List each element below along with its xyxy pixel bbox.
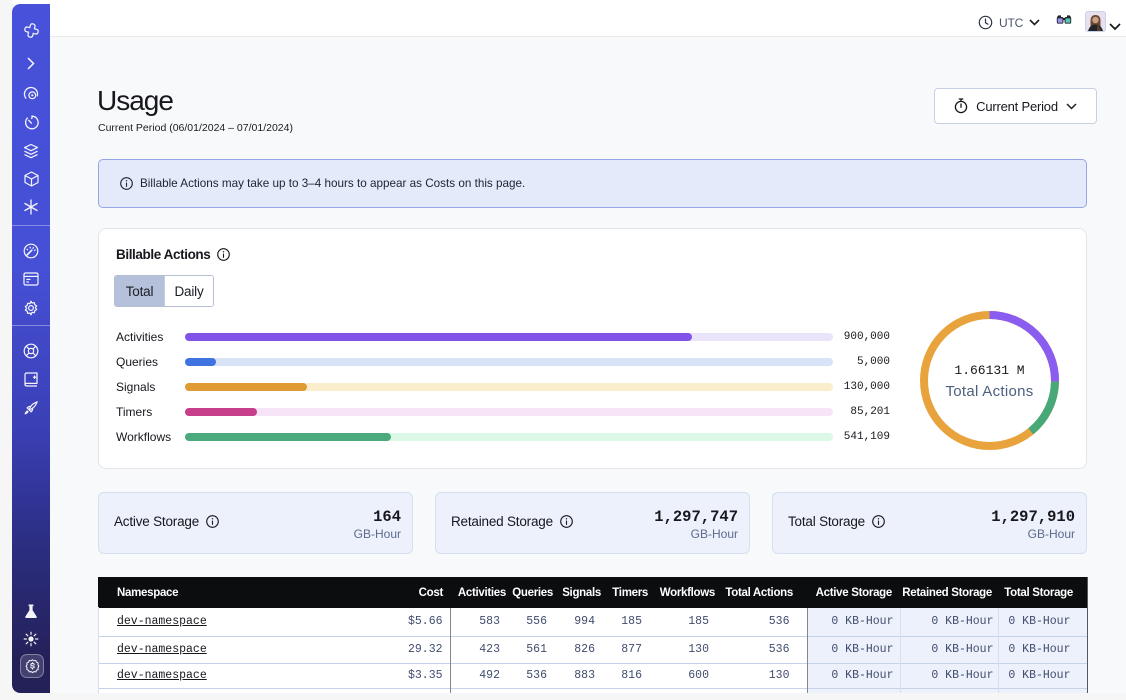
svg-text:1.66131 M: 1.66131 M xyxy=(954,363,1024,378)
svg-text:Total Actions: Total Actions xyxy=(945,383,1033,400)
